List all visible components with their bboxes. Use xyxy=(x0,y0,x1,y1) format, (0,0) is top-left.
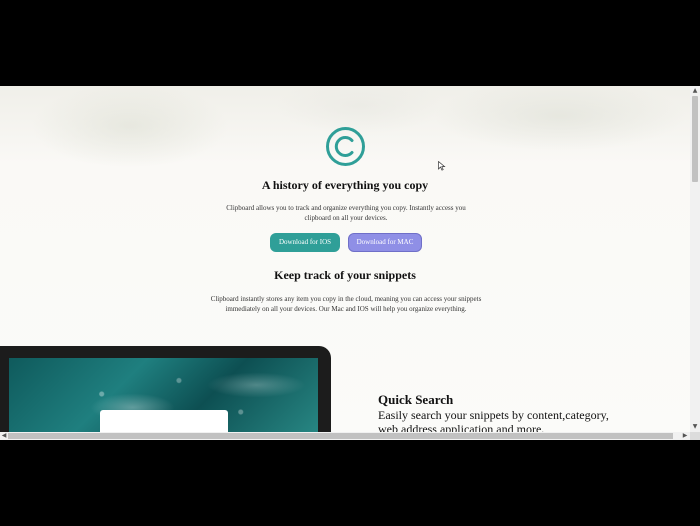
mouse-pointer-icon xyxy=(438,161,446,171)
page-content: A history of everything you copy Clipboa… xyxy=(0,86,690,440)
hero-title: A history of everything you copy xyxy=(261,178,429,192)
download-mac-button[interactable]: Download for MAC xyxy=(348,233,422,252)
quick-search-title: Quick Search xyxy=(378,392,454,407)
browser-viewport: A history of everything you copy Clipboa… xyxy=(0,86,700,440)
scroll-left-arrow-icon[interactable]: ◀ xyxy=(0,432,8,440)
hero-description: Clipboard allows you to track and organi… xyxy=(226,204,466,222)
scroll-up-arrow-icon[interactable]: ▲ xyxy=(690,86,700,95)
snippets-description: Clipboard instantly stores any item you … xyxy=(210,295,482,313)
download-ios-button[interactable]: Download for IOS xyxy=(270,233,340,252)
scrollbar-corner xyxy=(690,432,700,440)
scroll-down-arrow-icon[interactable]: ▼ xyxy=(690,422,700,431)
vertical-scrollbar-thumb[interactable] xyxy=(692,96,698,182)
snippets-title: Keep track of your snippets xyxy=(274,268,416,282)
scroll-right-arrow-icon[interactable]: ▶ xyxy=(681,432,689,440)
horizontal-scrollbar-thumb[interactable] xyxy=(8,433,673,439)
copyright-icon xyxy=(326,127,365,166)
